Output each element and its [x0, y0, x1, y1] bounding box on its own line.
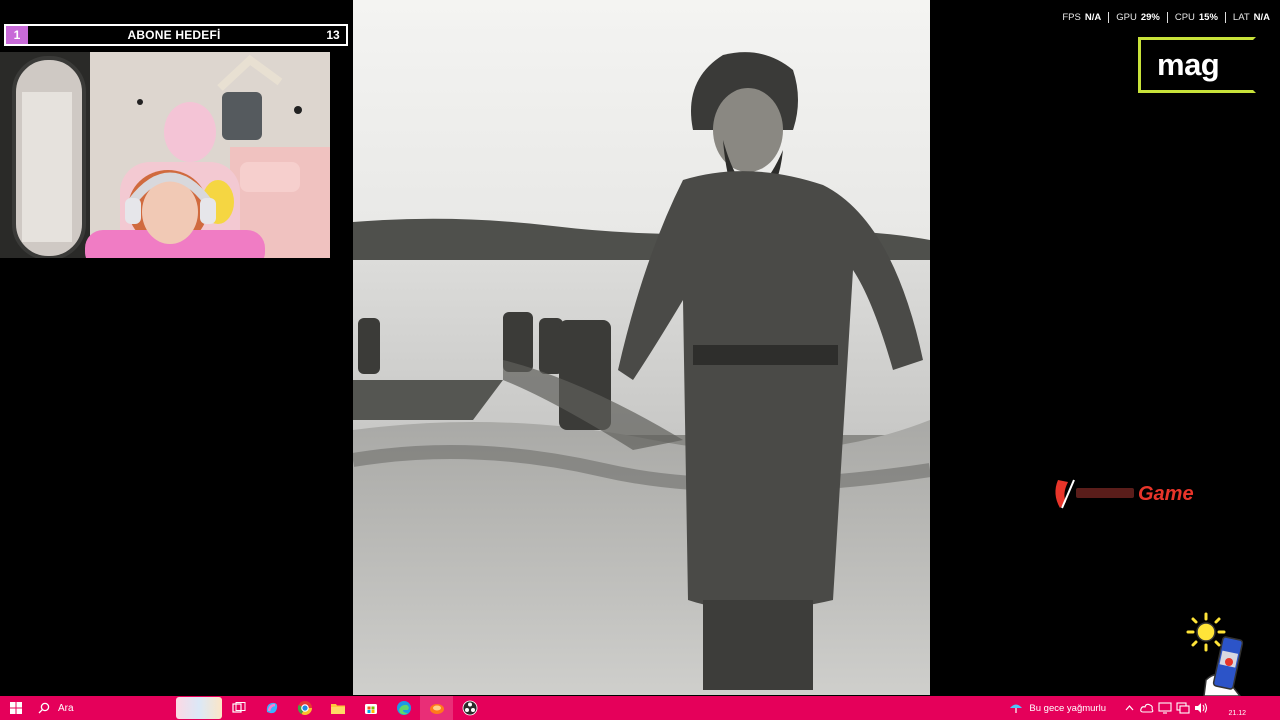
- display-icon[interactable]: [1157, 700, 1173, 716]
- goal-target-count: 13: [326, 28, 340, 42]
- windows-icon: [10, 702, 22, 714]
- stat-value: 29%: [1140, 12, 1160, 23]
- umbrella-icon: [1010, 704, 1023, 713]
- copilot-icon[interactable]: [255, 696, 288, 720]
- mag-logo-text: mag: [1157, 47, 1220, 82]
- taskbar-search[interactable]: Ara: [32, 696, 222, 720]
- volume-icon[interactable]: [1193, 700, 1209, 716]
- stat-gpu: GPU 29%: [1109, 12, 1168, 23]
- energy-drink-can-icon: [1196, 630, 1266, 700]
- goal-title: ABONE HEDEFİ: [127, 28, 221, 42]
- performance-stats: FPS N/A GPU 29% CPU 15% LAT N/A: [1055, 12, 1270, 23]
- weather-widget[interactable]: Bu gece yağmurlu: [1009, 701, 1106, 715]
- taskbar-clock[interactable]: 21.12: [1228, 710, 1246, 717]
- taskbar: Ara Bu gece yağmurlu: [0, 696, 1280, 720]
- stat-label: CPU: [1174, 12, 1195, 23]
- task-view-icon[interactable]: [222, 696, 255, 720]
- stat-value: N/A: [1253, 12, 1270, 23]
- stat-value: N/A: [1084, 12, 1102, 23]
- search-highlight-image: [176, 697, 222, 719]
- stat-label: LAT: [1232, 12, 1250, 23]
- obs-icon[interactable]: [453, 696, 486, 720]
- stat-value: 15%: [1198, 12, 1218, 23]
- search-placeholder: Ara: [58, 702, 74, 714]
- file-explorer-icon[interactable]: [321, 696, 354, 720]
- search-icon: [38, 702, 50, 714]
- historical-photo: [353, 0, 930, 695]
- chrome-icon[interactable]: [288, 696, 321, 720]
- edge-icon[interactable]: [387, 696, 420, 720]
- chevron-up-icon[interactable]: [1121, 700, 1137, 716]
- store-icon[interactable]: [354, 696, 387, 720]
- stat-cpu: CPU 15%: [1168, 12, 1226, 23]
- sponsor-logo: Game: [1050, 474, 1220, 514]
- cloud-sync-icon[interactable]: [1139, 700, 1155, 716]
- subscriber-goal-bar: 1 ABONE HEDEFİ 13: [4, 24, 348, 46]
- sponsor-logo-image: Game: [1055, 479, 1194, 509]
- webcam-feed: [0, 52, 330, 258]
- stat-lat: LAT N/A: [1226, 12, 1270, 23]
- weather-text: Bu gece yağmurlu: [1029, 702, 1106, 714]
- goal-current-count: 1: [6, 26, 28, 44]
- start-button[interactable]: [0, 696, 32, 720]
- mag-logo: mag: [1138, 37, 1256, 93]
- webcam-image: [0, 52, 330, 258]
- stat-label: GPU: [1116, 12, 1137, 23]
- photo-image: [353, 0, 930, 695]
- stat-label: FPS: [1062, 12, 1081, 23]
- game-app-icon[interactable]: [420, 696, 453, 720]
- network-icon[interactable]: [1175, 700, 1191, 716]
- stat-fps: FPS N/A: [1055, 12, 1110, 23]
- sponsor-text: Game: [1138, 483, 1194, 505]
